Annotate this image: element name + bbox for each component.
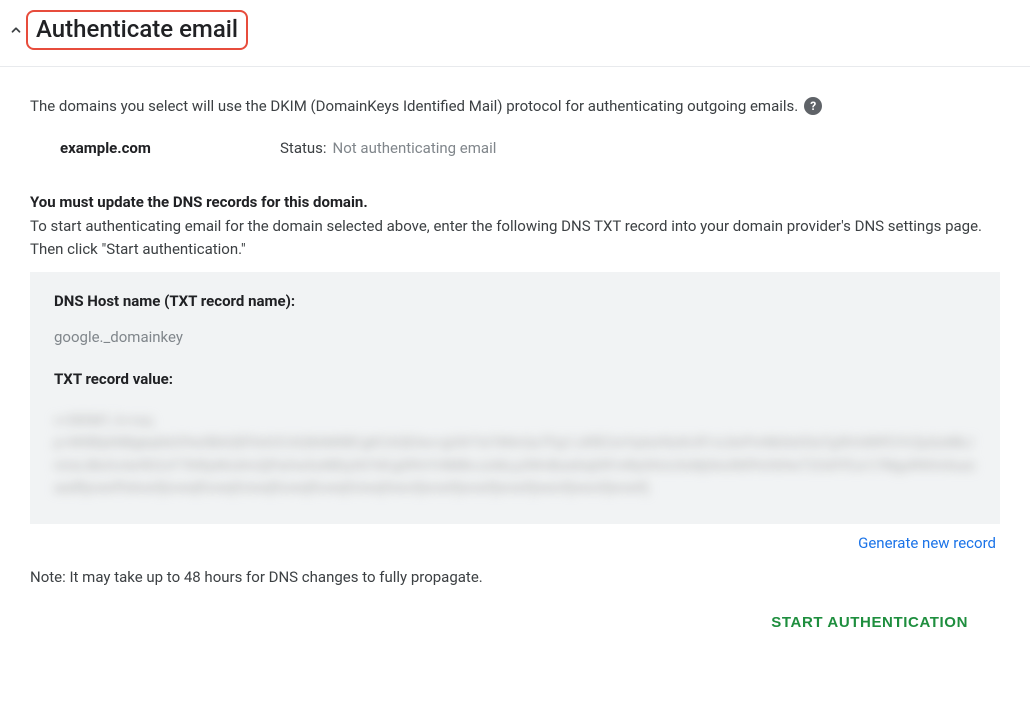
help-icon[interactable]: ? bbox=[804, 97, 822, 115]
chevron-up-icon bbox=[8, 22, 24, 38]
section-header[interactable]: Authenticate email bbox=[0, 0, 1030, 67]
section-title: Authenticate email bbox=[36, 15, 238, 43]
title-highlight: Authenticate email bbox=[26, 10, 248, 50]
generate-link-row: Generate new record bbox=[30, 534, 1000, 552]
description-row: The domains you select will use the DKIM… bbox=[30, 97, 1000, 115]
dns-host-label: DNS Host name (TXT record name): bbox=[54, 292, 976, 310]
generate-new-record-link[interactable]: Generate new record bbox=[858, 534, 996, 552]
txt-record-label: TXT record value: bbox=[54, 370, 976, 388]
dns-record-box: DNS Host name (TXT record name): google.… bbox=[30, 272, 1000, 524]
start-authentication-button[interactable]: START AUTHENTICATION bbox=[759, 606, 980, 639]
content-area: The domains you select will use the DKIM… bbox=[0, 67, 1030, 655]
status-value: Not authenticating email bbox=[333, 139, 497, 157]
dns-host-value: google._domainkey bbox=[54, 328, 976, 346]
status-label: Status: bbox=[280, 139, 327, 157]
instructions-body: To start authenticating email for the do… bbox=[30, 215, 1000, 260]
description-text: The domains you select will use the DKIM… bbox=[30, 97, 798, 115]
domain-status-row: example.com Status: Not authenticating e… bbox=[30, 139, 1000, 157]
txt-record-value-obscured: v=DKIM1; k=rsa; p=MIIBIjANBgkqhkiG9w0BAQ… bbox=[54, 410, 976, 500]
propagation-note: Note: It may take up to 48 hours for DNS… bbox=[30, 568, 1000, 586]
action-row: START AUTHENTICATION bbox=[30, 606, 1000, 647]
domain-name: example.com bbox=[60, 139, 280, 157]
instructions-title: You must update the DNS records for this… bbox=[30, 193, 1000, 211]
